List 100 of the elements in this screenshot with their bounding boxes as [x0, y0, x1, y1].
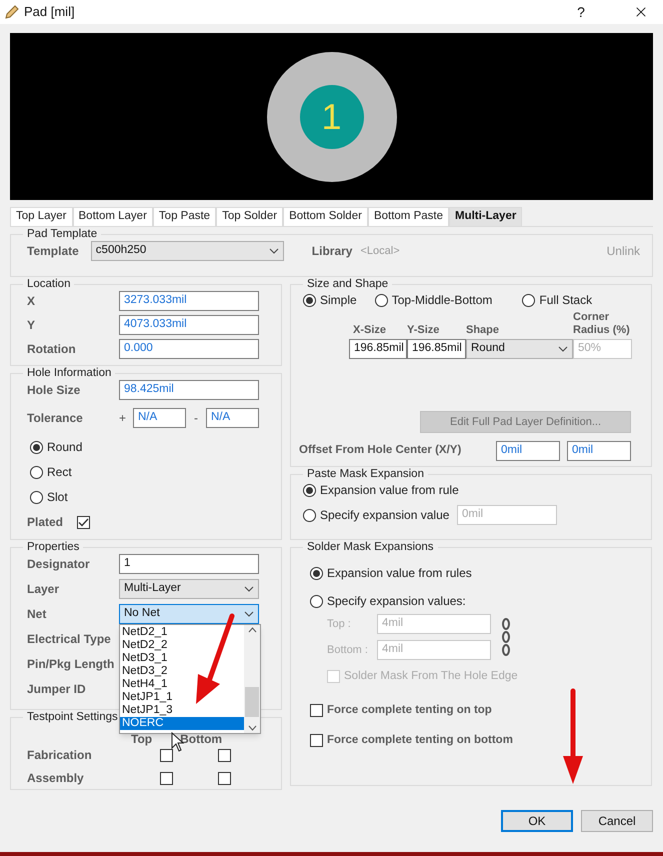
dropdown-option[interactable]: NetD3_1 [120, 652, 244, 665]
radio-option[interactable]: Specify expansion value [303, 506, 457, 524]
field-label: Offset From Hole Center (X/Y) [299, 443, 462, 458]
checkbox[interactable] [160, 772, 173, 784]
input-field[interactable]: 0.000 [119, 339, 259, 359]
dropdown[interactable]: c500h250 [90, 241, 284, 261]
radio-button[interactable] [30, 466, 43, 478]
checkbox-label: Force complete tenting on top [327, 703, 492, 718]
input-field[interactable]: 4073.033mil [119, 315, 259, 335]
chain-link-icon [501, 617, 511, 657]
dropdown[interactable]: Round [466, 339, 573, 359]
tab[interactable]: Bottom Solder [283, 207, 368, 226]
field-label: Rotation [27, 341, 77, 358]
field-label: Jumper ID [27, 681, 87, 698]
group-title: Solder Mask Expansions [306, 540, 435, 554]
group-title: Pad Template [26, 227, 98, 241]
chevron-down-icon [268, 248, 279, 254]
field-label: Layer [27, 581, 60, 598]
row-label: Fabrication [27, 747, 93, 764]
tab[interactable]: Top Paste [152, 207, 216, 226]
group-title: Size and Shape [306, 277, 390, 291]
radio-button[interactable] [303, 508, 316, 522]
group-title: Paste Mask Expansion [306, 467, 425, 481]
dropdown[interactable]: Multi-Layer [119, 579, 259, 599]
tab[interactable]: Top Solder [216, 207, 284, 226]
column-header: Y-Size [407, 324, 440, 338]
dropdown-option[interactable]: NetD3_2 [120, 665, 244, 678]
dropdown-option[interactable]: NetJP1_3 [120, 704, 244, 717]
field-label: Tolerance [27, 410, 84, 427]
radio-button[interactable] [310, 566, 323, 580]
radio-option[interactable]: Specify expansion values: [310, 592, 643, 610]
radio-option[interactable]: Expansion value from rule [303, 481, 643, 499]
field-label: Y [27, 317, 36, 334]
group-title: Properties [26, 540, 80, 554]
window-title: Pad [mil] [24, 3, 76, 22]
radio-button[interactable] [522, 294, 536, 306]
column-header: Top [131, 733, 152, 746]
checkbox[interactable] [218, 772, 231, 784]
arrow-annotation-icon [561, 688, 585, 786]
radio-button[interactable] [310, 594, 323, 608]
dropdown-option[interactable]: NetD2_1 [120, 626, 244, 639]
input-field[interactable]: N/A [133, 408, 186, 428]
radio-option[interactable]: Expansion value from rules [310, 564, 643, 582]
radio-option[interactable]: Top-Middle-Bottom [374, 291, 492, 309]
chevron-down-icon [244, 611, 254, 617]
radio-button[interactable] [30, 440, 43, 454]
radio-option[interactable]: Rect [30, 463, 273, 481]
input-field[interactable]: N/A [206, 408, 259, 428]
radio-option[interactable]: Simple [303, 291, 357, 309]
radio-button[interactable] [303, 484, 316, 496]
input-field[interactable]: 98.425mil [119, 380, 259, 400]
input-field[interactable]: 196.85mil [407, 339, 466, 359]
input-field[interactable]: 0mil [496, 441, 560, 461]
dropdown[interactable]: No Net [119, 604, 259, 624]
column-header: X-Size [352, 324, 388, 338]
tab[interactable]: Bottom Layer [72, 207, 153, 226]
tab[interactable]: Top Layer [10, 207, 73, 226]
group-title: Testpoint Settings [26, 710, 119, 724]
radio-option[interactable]: Full Stack [522, 291, 592, 309]
dropdown-option[interactable]: NetH4_1 [120, 678, 244, 691]
plus-sign: + [119, 410, 128, 427]
field-label: Bottom : [327, 642, 369, 658]
scrollbar-thumb[interactable] [245, 687, 259, 717]
radio-button[interactable] [303, 294, 316, 306]
scrollbar[interactable] [244, 625, 260, 733]
checkbox[interactable] [218, 748, 231, 762]
pencil-icon [4, 4, 20, 20]
radio-option[interactable]: Round [30, 438, 273, 456]
chevron-down-icon [244, 586, 254, 592]
help-button[interactable]: ? [563, 1, 599, 23]
radio-button[interactable] [374, 294, 388, 306]
field-label: Plated [27, 514, 64, 531]
group-title: Location [26, 277, 72, 291]
checkbox[interactable] [310, 704, 323, 718]
dropdown-option[interactable]: NetD2_2 [120, 639, 244, 652]
field-label: Top : [327, 616, 352, 632]
tab[interactable]: Multi-Layer [448, 207, 522, 226]
input-field[interactable]: 1 [119, 554, 259, 574]
dropdown-option[interactable]: NOERC [120, 717, 244, 730]
minus-sign: - [193, 410, 199, 427]
radio-button[interactable] [30, 490, 43, 504]
input-field[interactable]: 196.85mil [349, 339, 407, 359]
field-label: Template [27, 243, 79, 260]
column-header: Shape [466, 324, 500, 338]
checkbox[interactable] [77, 516, 90, 528]
dialog-button[interactable]: OK [501, 810, 573, 832]
input-field[interactable]: 0mil [567, 441, 631, 461]
checkbox[interactable] [160, 748, 173, 762]
column-header: Corner Radius (%) [573, 311, 631, 338]
field-label: Designator [27, 556, 91, 573]
dialog-button[interactable]: Cancel [581, 810, 653, 832]
column-header: Bottom [180, 733, 222, 746]
checkbox-label: Force complete tenting on bottom [327, 732, 513, 748]
field-label: Library [312, 243, 352, 260]
checkbox[interactable] [310, 734, 323, 747]
field-label: Pin/Pkg Length [27, 656, 116, 673]
radio-option[interactable]: Slot [30, 488, 273, 506]
input-field[interactable]: 3273.033mil [119, 291, 259, 311]
tab[interactable]: Bottom Paste [368, 207, 449, 226]
dropdown-option[interactable]: NetJP1_1 [120, 691, 244, 704]
